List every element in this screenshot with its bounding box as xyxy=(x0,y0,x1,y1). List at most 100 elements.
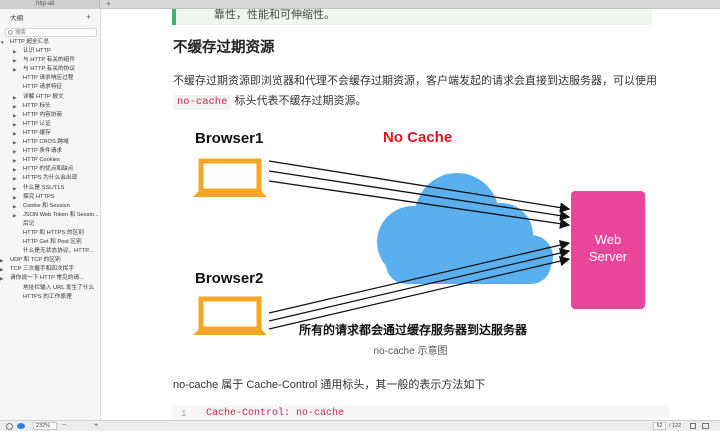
sidebar-add-button[interactable]: + xyxy=(86,12,91,22)
outline-item[interactable]: ▶ JSON Web Token 和 Sessio... xyxy=(0,211,100,220)
caret-right-icon[interactable]: ▶ xyxy=(13,165,16,174)
code-block[interactable]: 1 Cache-Control: no-cache xyxy=(172,405,670,420)
outline-item[interactable]: ▶ HTTP 认证 xyxy=(0,120,100,129)
outline-item[interactable]: HTTP 请求特征 xyxy=(0,83,100,92)
outline-item-label: 与 HTTP 有关的协议 xyxy=(23,66,76,73)
laptop-2-icon xyxy=(193,296,267,335)
caret-right-icon[interactable]: ▶ xyxy=(13,193,16,202)
outline-search-input[interactable] xyxy=(15,29,95,36)
paragraph-text: 不缓存过期资源即浏览器和代理不会缓存过期资源，客户端发起的请求会直接到达服务器，… xyxy=(173,75,657,87)
server-label-line2: Server xyxy=(589,249,628,264)
caret-right-icon[interactable]: ▶ xyxy=(13,147,16,156)
browser1-label: Browser1 xyxy=(195,130,263,147)
outline-item-label: 请你说一下 HTTP 常见的请... xyxy=(10,275,84,282)
paragraph-intro: 不缓存过期资源即浏览器和代理不会缓存过期资源，客户端发起的请求会直接到达服务器，… xyxy=(173,71,673,111)
outline-item[interactable]: 什么是无状态协议，HTTP... xyxy=(0,247,100,256)
outline-item-label: 认识 HTTP xyxy=(23,48,51,55)
outline-item[interactable]: ▶ 详解 HTTP 报文 xyxy=(0,93,100,102)
outline-item[interactable]: ▶ HTTP 内容协商 xyxy=(0,111,100,120)
caret-right-icon[interactable]: ▶ xyxy=(13,111,16,120)
tab-label: http-all xyxy=(36,1,55,7)
caret-right-icon[interactable]: ▶ xyxy=(13,56,16,65)
fit-width-icon[interactable] xyxy=(702,423,709,429)
outline-item[interactable]: ▶ HTTP Cookies xyxy=(0,156,100,165)
outline-item-label: HTTP 认证 xyxy=(23,120,51,127)
outline-item[interactable]: ▶ 什么是 SSL/TLS xyxy=(0,184,100,193)
blockquote-text: 靠性，性能和可伸缩性。 xyxy=(214,9,335,21)
outline-item-label: HTTP 标头 xyxy=(23,102,51,109)
caret-right-icon[interactable]: ▶ xyxy=(0,265,3,274)
caret-right-icon[interactable]: ▶ xyxy=(13,47,16,56)
outline-item[interactable]: ▶ HTTPS 为什么会出现 xyxy=(0,174,100,183)
outline-item[interactable]: ▶ 探究 HTTPS xyxy=(0,193,100,202)
diagram-note: 所有的请求都会通过缓存服务器到达服务器 xyxy=(299,322,528,337)
zoom-select[interactable]: 232% xyxy=(33,422,57,430)
outline-item-label: HTTP 请求特征 xyxy=(23,84,63,91)
caret-right-icon[interactable]: ▶ xyxy=(13,202,16,211)
outline-item-label: 详解 HTTP 报文 xyxy=(23,93,64,100)
outline-item[interactable]: 后记 xyxy=(0,220,100,229)
outline-item-label: HTTP 条件请求 xyxy=(23,148,63,155)
outline-item[interactable]: ▶ HTTP 缓存 xyxy=(0,129,100,138)
sidebar-title: 大纲 xyxy=(10,15,23,22)
section-heading: 不缓存过期资源 xyxy=(173,40,275,56)
outline-item[interactable]: ▶ 请你说一下 HTTP 常见的请... xyxy=(0,274,100,283)
caret-right-icon[interactable]: ▶ xyxy=(13,174,16,183)
outline-item[interactable]: ▶ 与 HTTP 有关的组件 xyxy=(0,56,100,65)
document-content: 靠性，性能和可伸缩性。 不缓存过期资源 不缓存过期资源即浏览器和代理不会缓存过期… xyxy=(101,9,720,420)
caret-right-icon[interactable]: ▶ xyxy=(13,129,16,138)
outline-item[interactable]: ▶ UDP 和 TCP 的区别 xyxy=(0,256,100,265)
paragraph-cache-control: no-cache 属于 Cache-Control 通用标头，其一般的表示方法如… xyxy=(173,379,486,391)
outline-item-label: HTTP 的优点和缺点 xyxy=(23,166,74,173)
outline-sidebar: 大纲 + ▼ HTTP 超全汇总 ▶ 认识 HTTP ▶ 与 HTTP 有关的组件 ▶ 与 H… xyxy=(0,9,101,420)
outline-item[interactable]: ▶ TCP 三次握手和四次挥手 xyxy=(0,265,100,274)
caret-right-icon[interactable]: ▶ xyxy=(13,184,16,193)
outline-item[interactable]: ▼ HTTP 超全汇总 xyxy=(0,38,100,47)
outline-item-label: HTTP 请求响应过程 xyxy=(23,75,74,82)
outline-item[interactable]: HTTP Get 和 Post 区别 xyxy=(0,238,100,247)
caret-right-icon[interactable]: ▶ xyxy=(0,274,3,283)
caret-right-icon[interactable]: ▶ xyxy=(13,65,16,74)
outline-item[interactable]: HTTP 和 HTTPS 的区别 xyxy=(0,229,100,238)
outline-item[interactable]: HTTP 请求响应过程 xyxy=(0,74,100,83)
caret-right-icon[interactable]: ▶ xyxy=(13,102,16,111)
status-bar: 232% − + 52 / 122 xyxy=(0,420,720,431)
page-number-input[interactable]: 52 xyxy=(653,422,666,430)
zoom-out-button[interactable]: − xyxy=(62,421,66,430)
outline-list: ▼ HTTP 超全汇总 ▶ 认识 HTTP ▶ 与 HTTP 有关的组件 ▶ 与 HTTP 有… xyxy=(0,38,100,302)
caret-right-icon[interactable]: ▶ xyxy=(13,93,16,102)
eye-icon[interactable] xyxy=(17,423,25,429)
new-tab-button[interactable]: + xyxy=(106,0,111,8)
caret-down-icon[interactable]: ▼ xyxy=(0,38,4,47)
tab-http-all[interactable]: http-all xyxy=(0,0,100,9)
tab-bar: http-all + xyxy=(0,0,720,9)
outline-item-label: HTTP CROS 跨域 xyxy=(23,139,69,146)
caret-right-icon[interactable]: ▶ xyxy=(13,211,16,220)
outline-item[interactable]: ▶ HTTP 的优点和缺点 xyxy=(0,165,100,174)
caret-right-icon[interactable]: ▶ xyxy=(13,156,16,165)
outline-item-label: HTTPS 的工作原理 xyxy=(23,293,72,300)
outline-item[interactable]: HTTPS 的工作原理 xyxy=(0,293,100,302)
outline-item-label: 与 HTTP 有关的组件 xyxy=(23,57,76,64)
caret-right-icon[interactable]: ▶ xyxy=(13,120,16,129)
outline-item[interactable]: ▶ HTTP CROS 跨域 xyxy=(0,138,100,147)
search-icon xyxy=(8,30,13,35)
zoom-in-button[interactable]: + xyxy=(94,421,98,430)
web-server-box: Web Server xyxy=(571,191,645,309)
outline-item[interactable]: ▶ 与 HTTP 有关的协议 xyxy=(0,65,100,74)
server-label-line1: Web xyxy=(595,232,622,247)
sidebar-header: 大纲 + xyxy=(0,9,100,26)
outline-item[interactable]: ▶ Cookie 和 Session xyxy=(0,202,100,211)
outline-item[interactable]: ▶ 认识 HTTP xyxy=(0,47,100,56)
caret-right-icon[interactable]: ▶ xyxy=(0,256,3,265)
fit-page-icon[interactable] xyxy=(690,423,696,429)
outline-item-label: 后记 xyxy=(23,220,35,227)
outline-item[interactable]: ▶ HTTP 标头 xyxy=(0,102,100,111)
caret-right-icon[interactable]: ▶ xyxy=(13,138,16,147)
paragraph-text-tail: 标头代表不缓存过期资源。 xyxy=(234,95,367,107)
outline-item-label: TCP 三次握手和四次挥手 xyxy=(10,266,75,273)
outline-toggle-icon[interactable] xyxy=(6,423,13,430)
outline-item-label: 什么是 SSL/TLS xyxy=(23,184,65,191)
outline-item[interactable]: 地址栏输入 URL 发生了什么 xyxy=(0,284,100,293)
outline-item[interactable]: ▶ HTTP 条件请求 xyxy=(0,147,100,156)
